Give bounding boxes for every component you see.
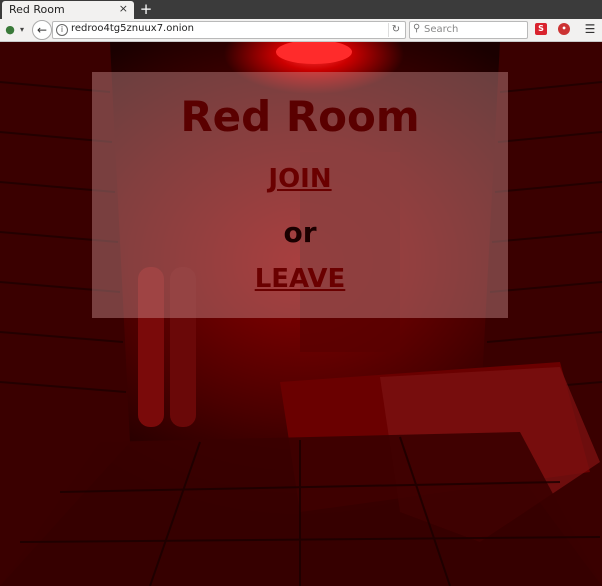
extension-icon[interactable]: •	[558, 23, 570, 35]
page-title: Red Room	[180, 92, 420, 141]
hamburger-menu-icon[interactable]: ☰	[584, 22, 596, 36]
center-panel: Red Room JOIN or LEAVE	[92, 72, 508, 318]
chevron-down-icon[interactable]: ▾	[17, 22, 27, 38]
close-icon[interactable]: ×	[119, 2, 128, 15]
info-icon[interactable]: i	[56, 24, 68, 36]
back-button[interactable]: ←	[32, 20, 52, 40]
navigation-toolbar: ● ▾ ← i redroo4tg5znuux7.onion ↻ ⚲ Searc…	[0, 19, 602, 42]
extension-s-icon[interactable]: S	[535, 23, 547, 35]
reload-icon[interactable]: ↻	[388, 23, 403, 37]
url-text: redroo4tg5znuux7.onion	[71, 23, 194, 34]
new-tab-button[interactable]: +	[139, 0, 153, 18]
tab-title: Red Room	[9, 3, 65, 16]
url-bar[interactable]: i redroo4tg5znuux7.onion ↻	[52, 21, 406, 39]
leave-link[interactable]: LEAVE	[92, 264, 508, 294]
search-input[interactable]: ⚲ Search	[409, 21, 528, 39]
tab-red-room[interactable]: Red Room ×	[2, 1, 134, 19]
onion-icon[interactable]: ●	[4, 22, 16, 38]
tab-strip: Red Room × +	[0, 0, 602, 19]
search-placeholder: Search	[424, 24, 459, 35]
page-content: Red Room JOIN or LEAVE	[0, 42, 602, 586]
join-link[interactable]: JOIN	[92, 164, 508, 194]
back-arrow-icon: ←	[36, 23, 48, 37]
or-text: or	[283, 216, 317, 249]
search-icon: ⚲	[413, 23, 421, 34]
